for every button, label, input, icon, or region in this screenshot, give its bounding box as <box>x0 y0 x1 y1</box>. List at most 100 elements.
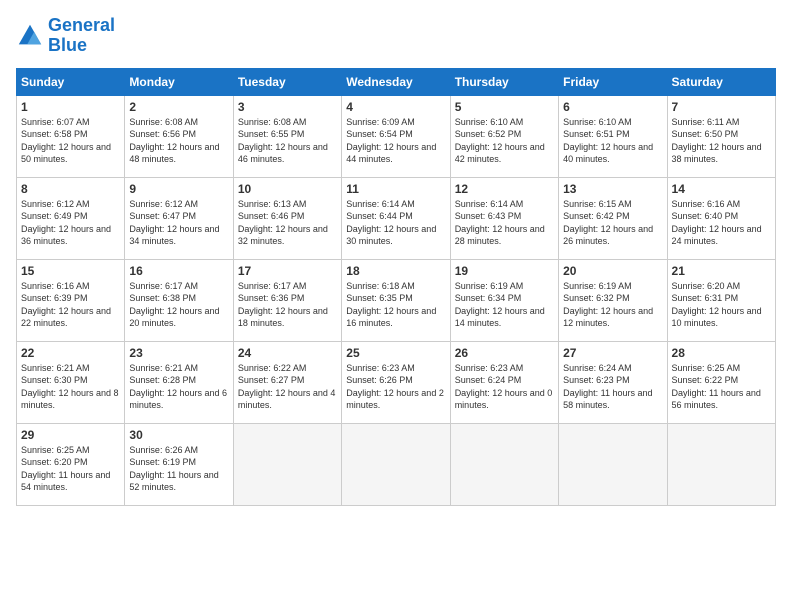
day-number: 6 <box>563 100 662 114</box>
day-cell-14: 14 Sunrise: 6:16 AM Sunset: 6:40 PM Dayl… <box>667 177 775 259</box>
week-row-4: 22 Sunrise: 6:21 AM Sunset: 6:30 PM Dayl… <box>17 341 776 423</box>
day-number: 25 <box>346 346 445 360</box>
day-number: 8 <box>21 182 120 196</box>
day-number: 17 <box>238 264 337 278</box>
day-cell-15: 15 Sunrise: 6:16 AM Sunset: 6:39 PM Dayl… <box>17 259 125 341</box>
day-header-tuesday: Tuesday <box>233 68 341 95</box>
day-number: 18 <box>346 264 445 278</box>
day-cell-12: 12 Sunrise: 6:14 AM Sunset: 6:43 PM Dayl… <box>450 177 558 259</box>
day-number: 5 <box>455 100 554 114</box>
header: General Blue <box>16 16 776 56</box>
day-number: 30 <box>129 428 228 442</box>
day-cell-30: 30 Sunrise: 6:26 AM Sunset: 6:19 PM Dayl… <box>125 423 233 505</box>
day-number: 19 <box>455 264 554 278</box>
day-info: Sunrise: 6:23 AM Sunset: 6:24 PM Dayligh… <box>455 362 554 412</box>
day-cell-3: 3 Sunrise: 6:08 AM Sunset: 6:55 PM Dayli… <box>233 95 341 177</box>
day-info: Sunrise: 6:24 AM Sunset: 6:23 PM Dayligh… <box>563 362 662 412</box>
day-info: Sunrise: 6:21 AM Sunset: 6:30 PM Dayligh… <box>21 362 120 412</box>
day-info: Sunrise: 6:10 AM Sunset: 6:51 PM Dayligh… <box>563 116 662 166</box>
day-cell-21: 21 Sunrise: 6:20 AM Sunset: 6:31 PM Dayl… <box>667 259 775 341</box>
day-info: Sunrise: 6:13 AM Sunset: 6:46 PM Dayligh… <box>238 198 337 248</box>
empty-cell <box>342 423 450 505</box>
day-cell-10: 10 Sunrise: 6:13 AM Sunset: 6:46 PM Dayl… <box>233 177 341 259</box>
day-info: Sunrise: 6:19 AM Sunset: 6:32 PM Dayligh… <box>563 280 662 330</box>
day-info: Sunrise: 6:15 AM Sunset: 6:42 PM Dayligh… <box>563 198 662 248</box>
logo: General Blue <box>16 16 115 56</box>
day-info: Sunrise: 6:11 AM Sunset: 6:50 PM Dayligh… <box>672 116 771 166</box>
day-number: 29 <box>21 428 120 442</box>
day-cell-20: 20 Sunrise: 6:19 AM Sunset: 6:32 PM Dayl… <box>559 259 667 341</box>
day-number: 15 <box>21 264 120 278</box>
day-number: 13 <box>563 182 662 196</box>
day-number: 22 <box>21 346 120 360</box>
day-info: Sunrise: 6:08 AM Sunset: 6:55 PM Dayligh… <box>238 116 337 166</box>
day-cell-11: 11 Sunrise: 6:14 AM Sunset: 6:44 PM Dayl… <box>342 177 450 259</box>
day-info: Sunrise: 6:09 AM Sunset: 6:54 PM Dayligh… <box>346 116 445 166</box>
day-header-friday: Friday <box>559 68 667 95</box>
day-number: 2 <box>129 100 228 114</box>
day-info: Sunrise: 6:23 AM Sunset: 6:26 PM Dayligh… <box>346 362 445 412</box>
day-cell-16: 16 Sunrise: 6:17 AM Sunset: 6:38 PM Dayl… <box>125 259 233 341</box>
day-number: 20 <box>563 264 662 278</box>
day-number: 11 <box>346 182 445 196</box>
day-number: 3 <box>238 100 337 114</box>
day-number: 23 <box>129 346 228 360</box>
week-row-5: 29 Sunrise: 6:25 AM Sunset: 6:20 PM Dayl… <box>17 423 776 505</box>
day-cell-1: 1 Sunrise: 6:07 AM Sunset: 6:58 PM Dayli… <box>17 95 125 177</box>
day-number: 27 <box>563 346 662 360</box>
day-cell-17: 17 Sunrise: 6:17 AM Sunset: 6:36 PM Dayl… <box>233 259 341 341</box>
day-number: 28 <box>672 346 771 360</box>
day-info: Sunrise: 6:26 AM Sunset: 6:19 PM Dayligh… <box>129 444 228 494</box>
day-cell-13: 13 Sunrise: 6:15 AM Sunset: 6:42 PM Dayl… <box>559 177 667 259</box>
day-info: Sunrise: 6:18 AM Sunset: 6:35 PM Dayligh… <box>346 280 445 330</box>
day-number: 16 <box>129 264 228 278</box>
logo-text: General Blue <box>48 16 115 56</box>
day-cell-25: 25 Sunrise: 6:23 AM Sunset: 6:26 PM Dayl… <box>342 341 450 423</box>
day-info: Sunrise: 6:19 AM Sunset: 6:34 PM Dayligh… <box>455 280 554 330</box>
day-info: Sunrise: 6:10 AM Sunset: 6:52 PM Dayligh… <box>455 116 554 166</box>
day-info: Sunrise: 6:25 AM Sunset: 6:20 PM Dayligh… <box>21 444 120 494</box>
day-number: 9 <box>129 182 228 196</box>
day-cell-29: 29 Sunrise: 6:25 AM Sunset: 6:20 PM Dayl… <box>17 423 125 505</box>
day-info: Sunrise: 6:16 AM Sunset: 6:39 PM Dayligh… <box>21 280 120 330</box>
calendar-table: SundayMondayTuesdayWednesdayThursdayFrid… <box>16 68 776 506</box>
day-header-wednesday: Wednesday <box>342 68 450 95</box>
day-info: Sunrise: 6:17 AM Sunset: 6:36 PM Dayligh… <box>238 280 337 330</box>
day-info: Sunrise: 6:07 AM Sunset: 6:58 PM Dayligh… <box>21 116 120 166</box>
day-header-thursday: Thursday <box>450 68 558 95</box>
day-cell-24: 24 Sunrise: 6:22 AM Sunset: 6:27 PM Dayl… <box>233 341 341 423</box>
empty-cell <box>667 423 775 505</box>
day-cell-22: 22 Sunrise: 6:21 AM Sunset: 6:30 PM Dayl… <box>17 341 125 423</box>
calendar-header-row: SundayMondayTuesdayWednesdayThursdayFrid… <box>17 68 776 95</box>
day-header-monday: Monday <box>125 68 233 95</box>
day-cell-4: 4 Sunrise: 6:09 AM Sunset: 6:54 PM Dayli… <box>342 95 450 177</box>
week-row-2: 8 Sunrise: 6:12 AM Sunset: 6:49 PM Dayli… <box>17 177 776 259</box>
week-row-3: 15 Sunrise: 6:16 AM Sunset: 6:39 PM Dayl… <box>17 259 776 341</box>
day-cell-6: 6 Sunrise: 6:10 AM Sunset: 6:51 PM Dayli… <box>559 95 667 177</box>
day-header-saturday: Saturday <box>667 68 775 95</box>
day-cell-7: 7 Sunrise: 6:11 AM Sunset: 6:50 PM Dayli… <box>667 95 775 177</box>
day-info: Sunrise: 6:22 AM Sunset: 6:27 PM Dayligh… <box>238 362 337 412</box>
day-info: Sunrise: 6:08 AM Sunset: 6:56 PM Dayligh… <box>129 116 228 166</box>
day-cell-2: 2 Sunrise: 6:08 AM Sunset: 6:56 PM Dayli… <box>125 95 233 177</box>
day-number: 1 <box>21 100 120 114</box>
logo-icon <box>16 22 44 50</box>
empty-cell <box>559 423 667 505</box>
day-number: 12 <box>455 182 554 196</box>
day-cell-9: 9 Sunrise: 6:12 AM Sunset: 6:47 PM Dayli… <box>125 177 233 259</box>
day-cell-19: 19 Sunrise: 6:19 AM Sunset: 6:34 PM Dayl… <box>450 259 558 341</box>
day-number: 10 <box>238 182 337 196</box>
day-cell-18: 18 Sunrise: 6:18 AM Sunset: 6:35 PM Dayl… <box>342 259 450 341</box>
day-cell-23: 23 Sunrise: 6:21 AM Sunset: 6:28 PM Dayl… <box>125 341 233 423</box>
day-info: Sunrise: 6:25 AM Sunset: 6:22 PM Dayligh… <box>672 362 771 412</box>
day-info: Sunrise: 6:20 AM Sunset: 6:31 PM Dayligh… <box>672 280 771 330</box>
day-number: 21 <box>672 264 771 278</box>
day-cell-27: 27 Sunrise: 6:24 AM Sunset: 6:23 PM Dayl… <box>559 341 667 423</box>
page-container: General Blue SundayMondayTuesdayWednesda… <box>0 0 792 514</box>
empty-cell <box>450 423 558 505</box>
day-info: Sunrise: 6:17 AM Sunset: 6:38 PM Dayligh… <box>129 280 228 330</box>
day-info: Sunrise: 6:14 AM Sunset: 6:43 PM Dayligh… <box>455 198 554 248</box>
day-number: 26 <box>455 346 554 360</box>
day-header-sunday: Sunday <box>17 68 125 95</box>
day-number: 24 <box>238 346 337 360</box>
